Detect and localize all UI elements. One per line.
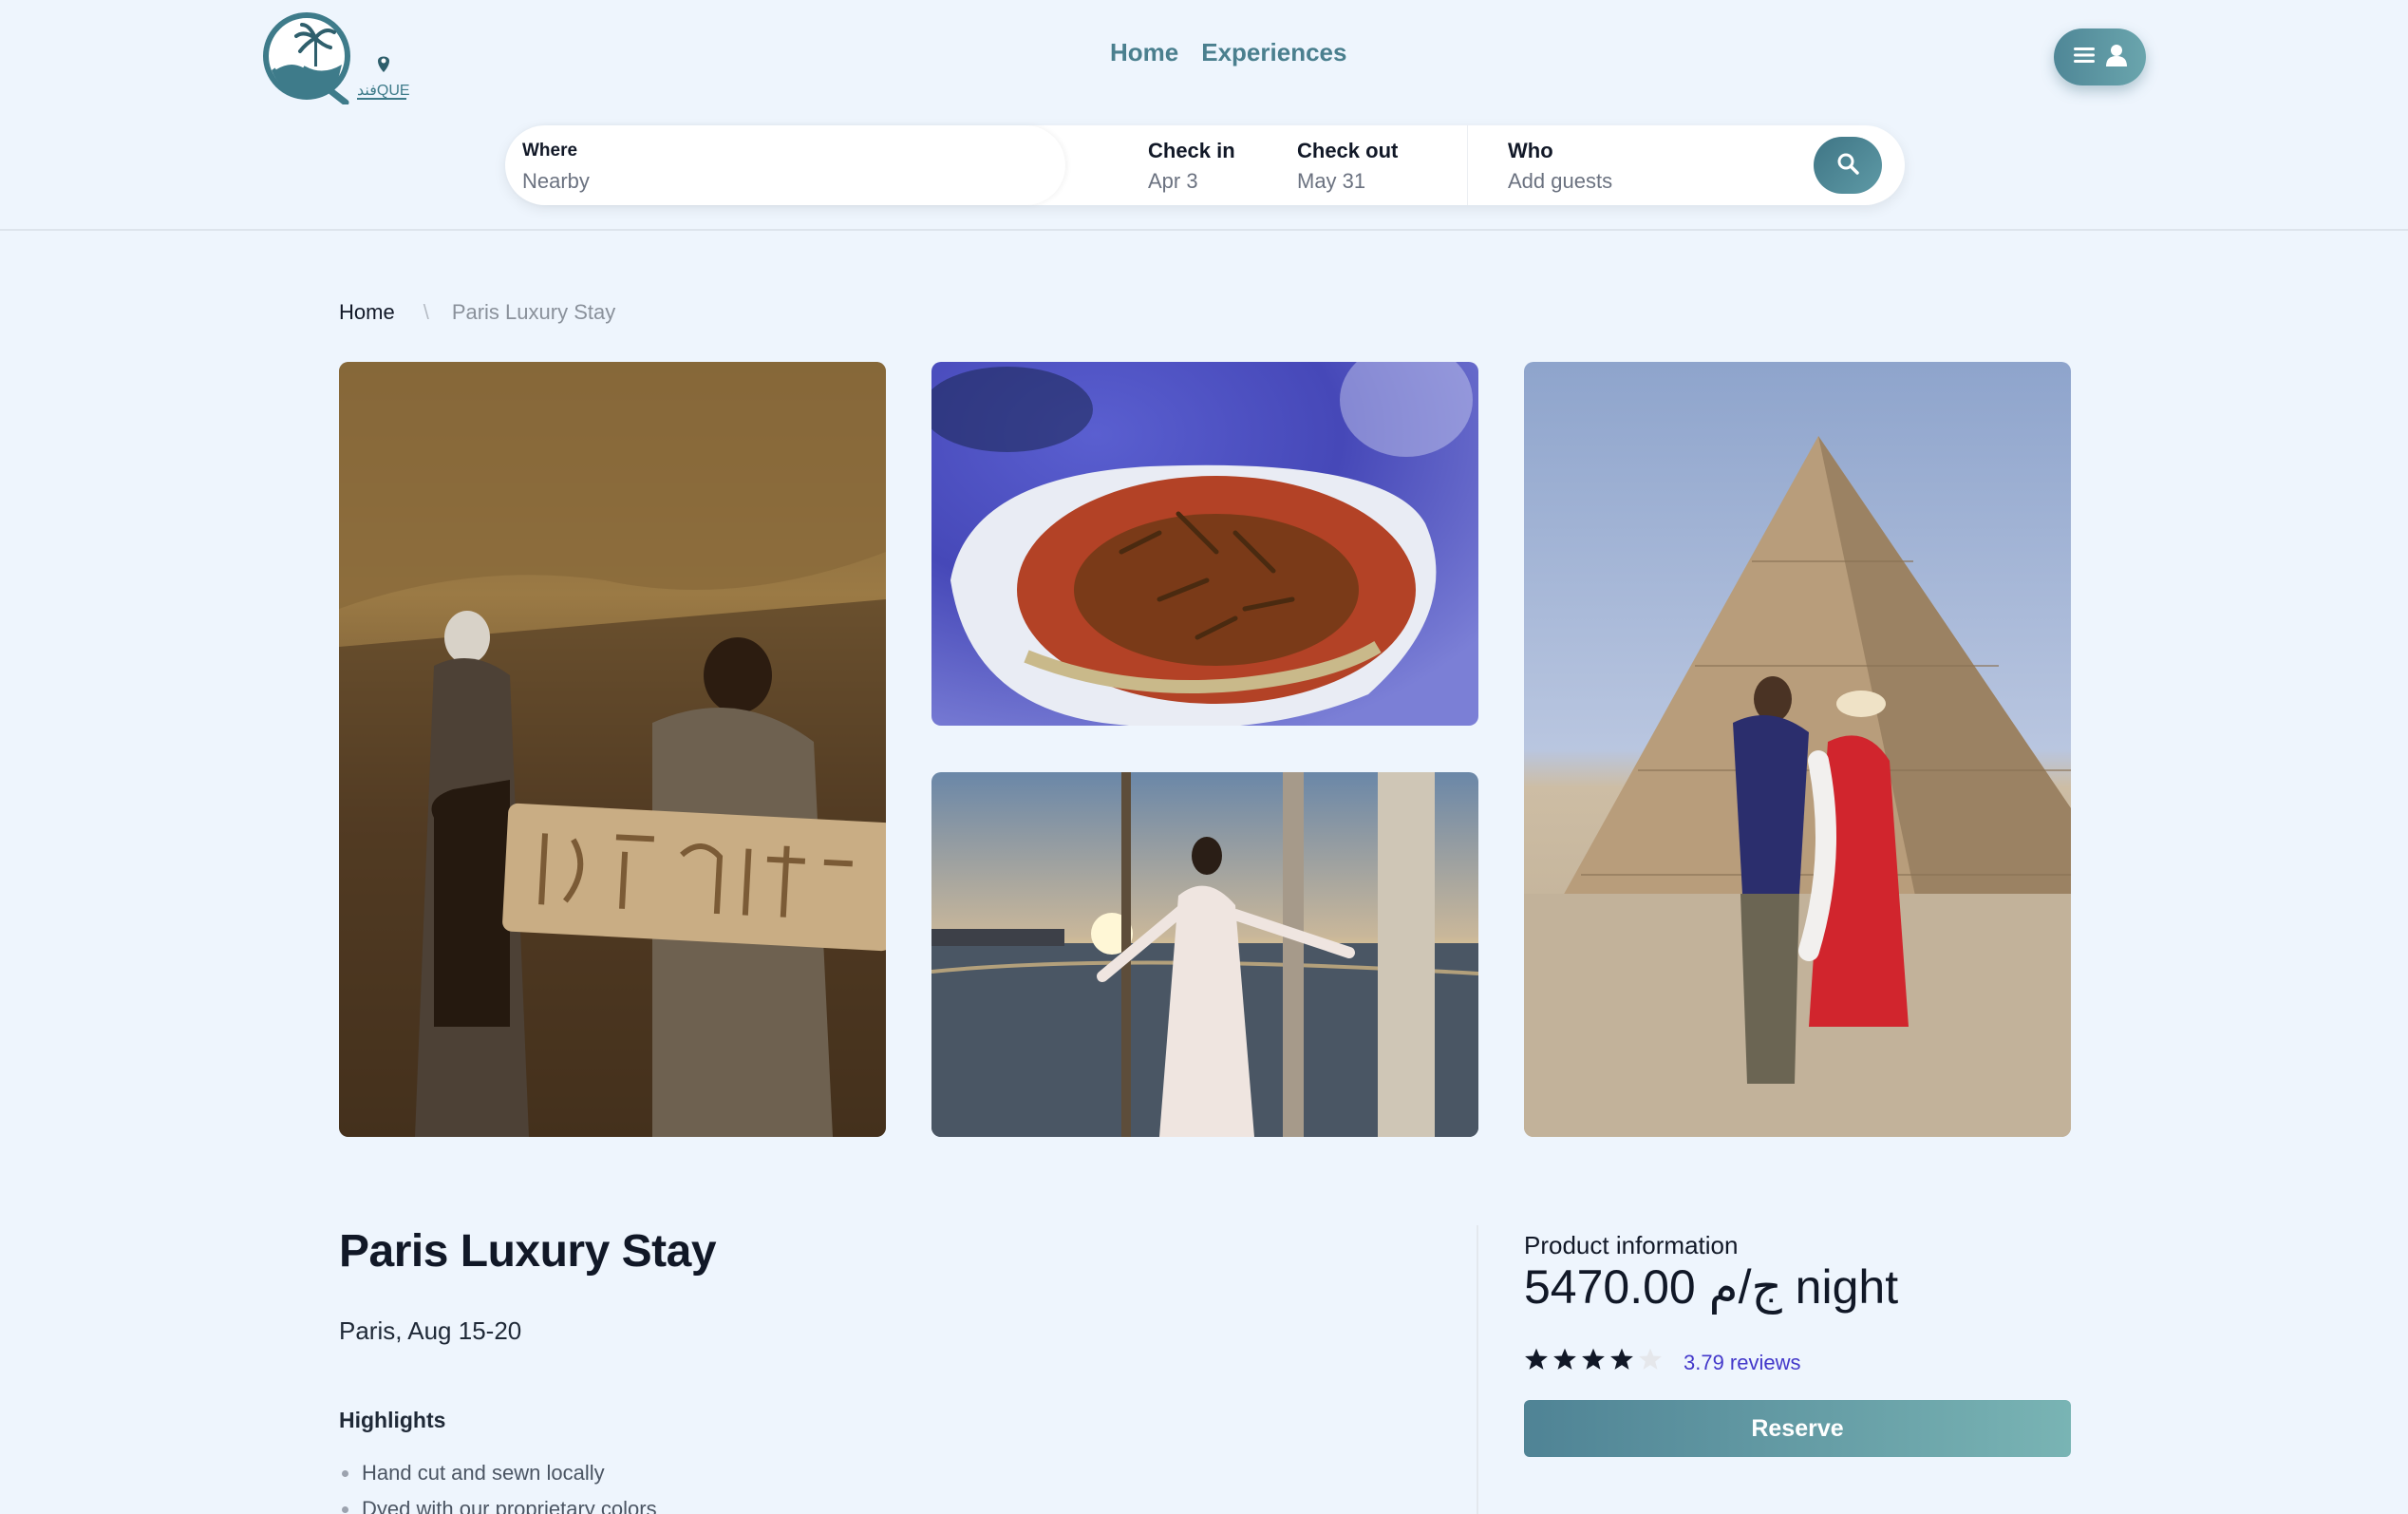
star-filled-icon <box>1553 1348 1576 1370</box>
search-guests-field[interactable]: Who Add guests <box>1508 125 1793 205</box>
star-filled-icon <box>1610 1348 1633 1370</box>
breadcrumb: Home \ Paris Luxury Stay <box>339 300 615 325</box>
listing-subtitle: Paris, Aug 15-20 <box>339 1316 522 1345</box>
star-empty-icon <box>1639 1348 1662 1370</box>
reserve-button[interactable]: Reserve <box>1524 1400 2071 1457</box>
product-info-label: Product information <box>1524 1231 1739 1259</box>
who-label: Who <box>1508 139 1553 162</box>
search-icon <box>1836 152 1859 180</box>
checkout-value: May 31 <box>1297 169 1366 193</box>
listing-title: Paris Luxury Stay <box>339 1226 717 1277</box>
highlight-item: Dyed with our proprietary colors <box>339 1491 657 1514</box>
site-header: فندQUE Home Experiences Where Nearby Che… <box>0 0 2408 231</box>
highlights-list: Hand cut and sewn locally Dyed with our … <box>339 1455 657 1514</box>
breadcrumb-current: Paris Luxury Stay <box>451 300 616 324</box>
gallery-photo-felucca-sunset[interactable] <box>931 772 1478 1137</box>
column-divider <box>1477 1225 1478 1514</box>
who-value: Add guests <box>1508 169 1613 193</box>
site-logo[interactable]: فندQUE <box>262 11 410 106</box>
search-button[interactable] <box>1814 137 1882 194</box>
search-checkout-field[interactable]: Check out May 31 <box>1297 125 1468 205</box>
star-filled-icon <box>1525 1348 1548 1370</box>
checkin-label: Check in <box>1148 139 1235 162</box>
user-avatar-icon <box>2105 44 2127 71</box>
where-value: Nearby <box>522 169 590 193</box>
search-where-field[interactable]: Where Nearby <box>505 125 1065 205</box>
nav-home-link[interactable]: Home <box>1110 38 1178 67</box>
bullet-icon <box>342 1469 348 1477</box>
nav-experiences-link[interactable]: Experiences <box>1201 38 1346 67</box>
bullet-icon <box>342 1505 348 1513</box>
reviews-link[interactable]: 3.79 reviews <box>1684 1351 1801 1375</box>
page: فندQUE Home Experiences Where Nearby Che… <box>0 0 2408 1514</box>
main-nav: Home Experiences <box>1110 38 1346 67</box>
hamburger-menu-icon <box>2073 46 2095 69</box>
search-checkin-field[interactable]: Check in Apr 3 <box>1148 125 1281 205</box>
price-per-night: 5470.00 ج/م night <box>1524 1260 1899 1314</box>
svg-text:فندQUE: فندQUE <box>357 83 409 99</box>
checkin-value: Apr 3 <box>1148 169 1198 193</box>
highlight-item: Hand cut and sewn locally <box>339 1455 657 1491</box>
user-menu-button[interactable] <box>2054 28 2146 85</box>
gallery-photo-tomb-guide[interactable] <box>339 362 886 1137</box>
where-label: Where <box>522 141 578 161</box>
highlight-text: Hand cut and sewn locally <box>362 1461 605 1485</box>
star-filled-icon <box>1582 1348 1605 1370</box>
breadcrumb-home-link[interactable]: Home <box>339 300 395 325</box>
breadcrumb-separator: \ <box>423 300 429 324</box>
logo-icon: فندQUE <box>263 12 410 106</box>
highlights-heading: Highlights <box>339 1408 446 1432</box>
rating-stars <box>1524 1347 1663 1372</box>
gallery-photo-pyramid-couple[interactable] <box>1524 362 2071 1137</box>
checkout-label: Check out <box>1297 139 1399 162</box>
gallery-photo-koshary-dish[interactable] <box>931 362 1478 726</box>
highlight-text: Dyed with our proprietary colors <box>362 1497 657 1514</box>
search-bar: Where Nearby Check in Apr 3 Check out Ma… <box>505 125 1905 205</box>
